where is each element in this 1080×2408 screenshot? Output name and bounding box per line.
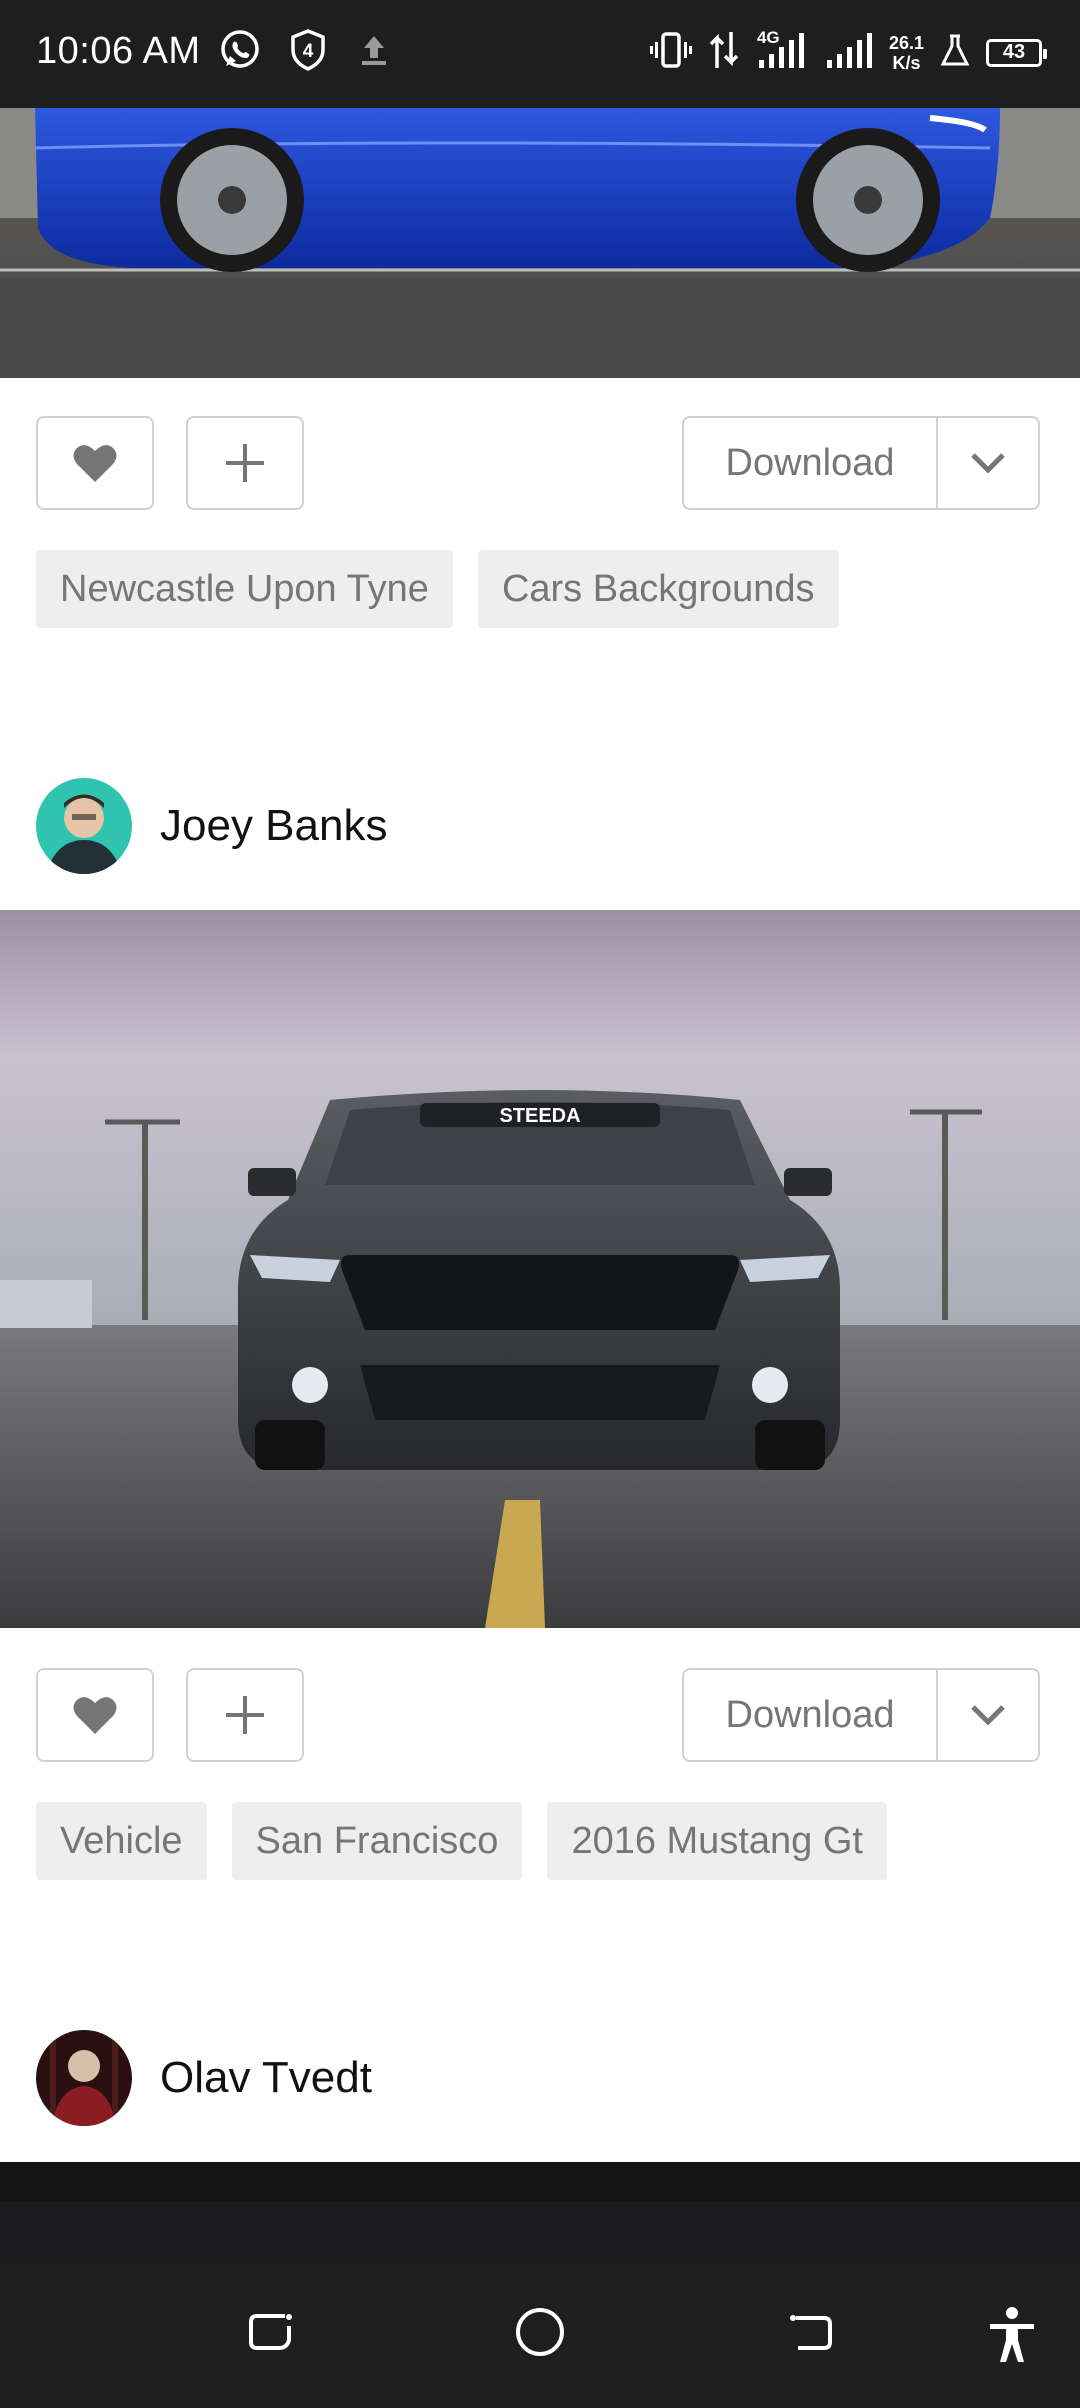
back-icon[interactable] — [784, 2306, 836, 2363]
download-options-button[interactable] — [938, 418, 1038, 508]
navigation-bar — [0, 2264, 1080, 2408]
tag[interactable]: Vehicle — [36, 1802, 207, 1880]
username[interactable]: Olav Tvedt — [160, 2053, 372, 2103]
windshield-banner: STEEDA — [499, 1105, 580, 1127]
username[interactable]: Joey Banks — [160, 801, 387, 851]
tag[interactable]: Newcastle Upon Tyne — [36, 550, 453, 628]
user-row[interactable]: Olav Tvedt — [36, 2030, 372, 2126]
chevron-down-icon — [971, 453, 1005, 474]
network-speed: 26.1 K/s — [888, 32, 924, 73]
upload-icon — [354, 28, 394, 77]
signal-icon — [825, 28, 875, 77]
whatsapp-icon — [218, 28, 262, 77]
post-actions: Download — [0, 1668, 1080, 1764]
blue-car-photo[interactable] — [0, 108, 1080, 378]
chevron-down-icon — [971, 1705, 1005, 1726]
plus-icon — [226, 1696, 264, 1734]
grey-mustang-photo[interactable]: STEEDA — [0, 910, 1080, 1628]
add-to-collection-button[interactable] — [186, 416, 304, 510]
avatar[interactable] — [36, 778, 132, 874]
status-bar: 10:06 AM 4 4G 26.1 K/s 43 — [0, 0, 1080, 108]
network-type: 4G — [756, 28, 780, 47]
post-actions: Download — [0, 416, 1080, 512]
like-button[interactable] — [36, 1668, 154, 1762]
tag[interactable]: San Francisco — [231, 1802, 523, 1880]
tag-list: Newcastle Upon Tyne Cars Backgrounds — [36, 550, 839, 628]
battery-icon: 43 — [986, 38, 1047, 67]
download-options-button[interactable] — [938, 1670, 1038, 1760]
add-to-collection-button[interactable] — [186, 1668, 304, 1762]
accessibility-icon[interactable] — [986, 2306, 1038, 2369]
tag-list: Vehicle San Francisco 2016 Mustang Gt — [36, 1802, 887, 1880]
dark-night-photo[interactable] — [0, 2162, 1080, 2264]
download-group: Download — [682, 1668, 1040, 1762]
recents-icon[interactable] — [245, 2306, 297, 2363]
user-row[interactable]: Joey Banks — [36, 778, 387, 874]
svg-text:4: 4 — [303, 41, 314, 62]
avatar[interactable] — [36, 2030, 132, 2126]
like-button[interactable] — [36, 416, 154, 510]
tag[interactable]: Cars Backgrounds — [477, 550, 839, 628]
heart-icon — [73, 445, 117, 482]
status-time: 10:06 AM — [36, 30, 201, 72]
signal-icon: 4G — [755, 28, 811, 77]
download-group: Download — [682, 416, 1040, 510]
vibrate-icon — [649, 28, 693, 77]
download-button[interactable]: Download — [684, 418, 938, 508]
shield-4-icon: 4 — [288, 28, 328, 77]
home-icon[interactable] — [512, 2306, 568, 2367]
tag[interactable]: 2016 Mustang Gt — [547, 1802, 887, 1880]
heart-icon — [73, 1697, 117, 1734]
lab-icon — [938, 28, 972, 77]
download-button[interactable]: Download — [684, 1670, 938, 1760]
plus-icon — [226, 444, 264, 482]
data-arrows-icon — [707, 28, 741, 77]
